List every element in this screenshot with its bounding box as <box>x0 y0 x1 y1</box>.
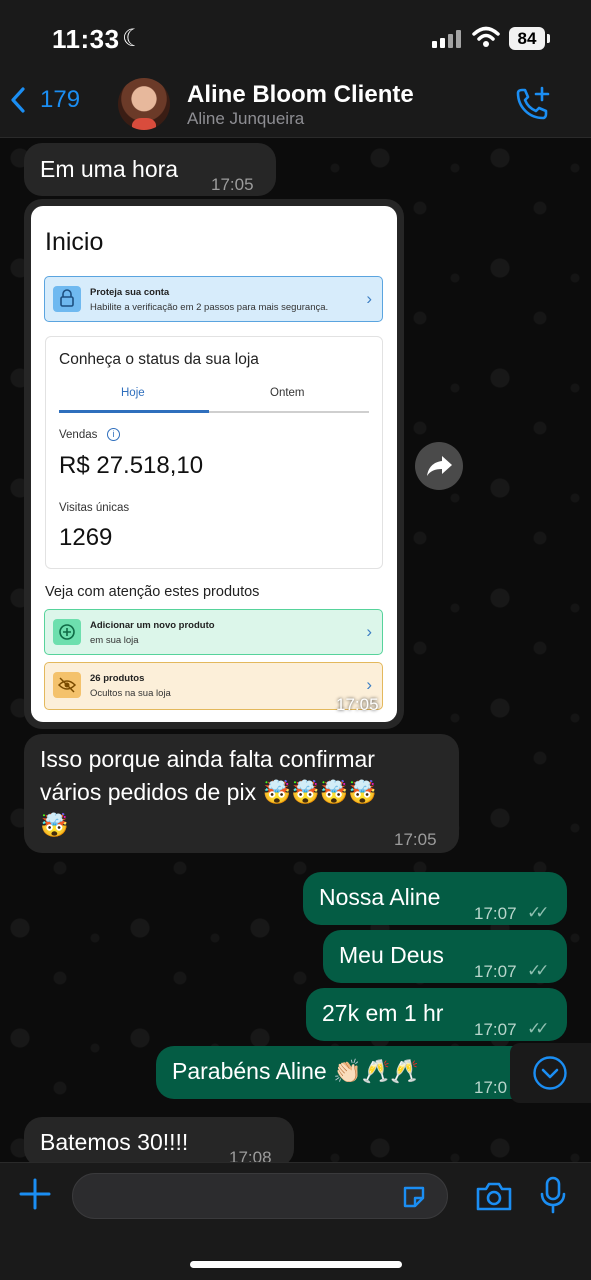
read-receipt-icon: ✓✓ <box>527 1019 549 1038</box>
message-outgoing[interactable]: 27k em 1 hr 17:07 ✓✓ <box>306 988 567 1041</box>
message-text-line: 🤯 <box>40 812 69 838</box>
home-indicator <box>190 1261 402 1268</box>
chevron-down-circle-icon <box>533 1056 567 1090</box>
message-time: 17:07 <box>474 1020 517 1039</box>
sales-value: R$ 27.518,10 <box>59 452 204 479</box>
message-time: 17:0 <box>474 1078 508 1097</box>
signal-icon <box>432 30 462 48</box>
message-time: 17:05 <box>211 175 254 194</box>
message-outgoing[interactable]: Meu Deus 17:07 ✓✓ <box>323 930 567 983</box>
battery-indicator: 84 <box>509 27 545 50</box>
info-icon: i <box>107 428 120 441</box>
lock-icon <box>53 286 81 312</box>
row-title: Adicionar um novo produto <box>90 620 215 631</box>
row-subtitle: Ocultos na sua loja <box>90 688 171 699</box>
message-text: Nossa Aline <box>319 884 441 910</box>
image-message[interactable]: Inicio Proteja sua conta Habilite a veri… <box>24 199 404 729</box>
shared-screenshot[interactable]: Inicio Proteja sua conta Habilite a veri… <box>31 206 397 722</box>
message-text: Parabéns Aline 👏🏻🥂🥂 <box>172 1058 420 1084</box>
battery-nub <box>547 34 550 43</box>
forward-button[interactable] <box>415 442 463 490</box>
message-text: Em uma hora <box>40 156 179 182</box>
message-text: Meu Deus <box>339 942 444 968</box>
back-button[interactable]: 179 <box>10 86 80 114</box>
message-time: 17:07 <box>474 904 517 923</box>
forward-icon <box>427 456 452 476</box>
unread-count: 179 <box>40 86 81 113</box>
moon-icon: ☾ <box>122 25 144 52</box>
message-incoming[interactable]: Isso porque ainda falta confirmar vários… <box>24 734 459 853</box>
plus-circle-icon <box>53 619 81 645</box>
message-time: 17:07 <box>474 962 517 981</box>
wifi-icon <box>472 26 500 47</box>
screenshot-title: Inicio <box>45 228 104 256</box>
read-receipt-icon: ✓✓ <box>527 961 549 980</box>
hidden-products-row: 26 produtos Ocultos na sua loja › <box>44 662 383 710</box>
message-incoming[interactable]: Em uma hora 17:05 <box>24 143 276 196</box>
chat-header: 179 Aline Bloom Cliente Aline Junqueira <box>0 72 591 138</box>
message-text: 27k em 1 hr <box>322 1000 444 1026</box>
sales-label: Vendas <box>59 429 98 441</box>
message-text-line: vários pedidos de pix 🤯🤯🤯🤯 <box>40 779 378 805</box>
chevron-right-icon: › <box>366 289 372 308</box>
message-outgoing[interactable]: Nossa Aline 17:07 ✓✓ <box>303 872 567 925</box>
tab-yesterday: Ontem <box>270 387 305 399</box>
message-text-line: Isso porque ainda falta confirmar <box>40 746 375 772</box>
alert-title: Proteja sua conta <box>90 287 170 298</box>
contact-name[interactable]: Aline Bloom Cliente <box>187 81 414 109</box>
products-section-title: Veja com atenção estes produtos <box>45 584 260 600</box>
message-text: Batemos 30!!!! <box>40 1129 189 1155</box>
tab-active-indicator <box>59 410 209 413</box>
chevron-right-icon: › <box>366 675 372 694</box>
eye-off-icon <box>53 672 81 698</box>
visits-label: Visitas únicas <box>59 502 130 514</box>
alert-subtitle: Habilite a verificação em 2 passos para … <box>90 302 329 313</box>
tab-today: Hoje <box>121 387 145 399</box>
store-status-card: Conheça o status da sua loja Hoje Ontem … <box>45 336 383 569</box>
add-call-icon[interactable] <box>512 86 552 124</box>
chevron-right-icon: › <box>366 622 372 641</box>
visits-value: 1269 <box>59 524 113 551</box>
row-title: 26 produtos <box>90 673 145 684</box>
plus-icon[interactable] <box>18 1177 52 1211</box>
message-time: 17:05 <box>336 695 379 714</box>
add-product-row: Adicionar um novo produto em sua loja › <box>44 609 383 655</box>
status-bar: 11:33 ☾ 84 <box>0 0 591 72</box>
composer-bar <box>0 1162 591 1280</box>
read-receipt-icon: ✓✓ <box>527 903 549 922</box>
chevron-left-icon <box>11 87 25 113</box>
avatar[interactable] <box>118 78 170 130</box>
camera-icon[interactable] <box>474 1179 514 1213</box>
scroll-to-bottom-button[interactable] <box>510 1043 591 1103</box>
microphone-icon[interactable] <box>538 1175 568 1215</box>
card-title: Conheça o status da sua loja <box>59 351 259 368</box>
message-input[interactable] <box>72 1173 448 1219</box>
row-subtitle: em sua loja <box>90 635 139 646</box>
protect-account-banner: Proteja sua conta Habilite a verificação… <box>44 276 383 322</box>
message-time: 17:05 <box>394 830 437 849</box>
message-outgoing[interactable]: Parabéns Aline 👏🏻🥂🥂 17:0 <box>156 1046 567 1099</box>
message-incoming[interactable]: Batemos 30!!!! 17:08 <box>24 1117 294 1167</box>
clock: 11:33 <box>52 24 120 54</box>
contact-subtitle: Aline Junqueira <box>187 109 305 128</box>
sticker-icon[interactable] <box>400 1183 428 1211</box>
